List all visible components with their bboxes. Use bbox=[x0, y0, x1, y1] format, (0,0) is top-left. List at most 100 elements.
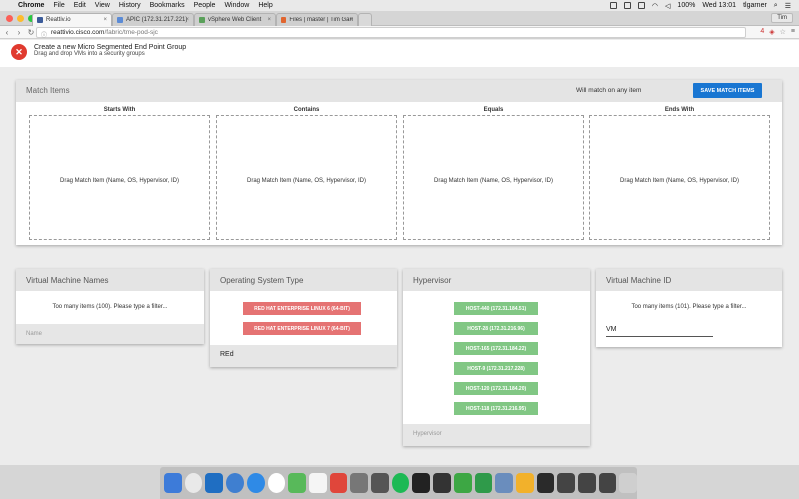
hypervisor-chip[interactable]: HOST-165 (172.31.184.22) bbox=[454, 342, 538, 355]
tab-reattivio[interactable]: Reattiv.io × bbox=[32, 13, 112, 26]
menu-edit[interactable]: Edit bbox=[74, 2, 86, 9]
menu-history[interactable]: History bbox=[119, 2, 141, 9]
drop-zone-ends-with[interactable]: Ends With Drag Match Item (Name, OS, Hyp… bbox=[589, 107, 770, 240]
photo-booth-icon[interactable] bbox=[329, 473, 348, 493]
search-icon[interactable]: ⌕ bbox=[774, 2, 778, 10]
os-chip[interactable]: RED HAT ENTERPRISE LINUX 7 (64-BIT) bbox=[243, 322, 361, 335]
battery-percent[interactable]: 100% bbox=[677, 2, 695, 9]
outlook-icon[interactable] bbox=[205, 473, 224, 493]
app-icon[interactable] bbox=[495, 473, 513, 493]
shield-icon[interactable]: ◈ bbox=[769, 28, 774, 36]
tab-label: APIC (172.31.217.221) bbox=[126, 17, 188, 23]
close-icon[interactable]: ✕ bbox=[11, 44, 27, 60]
window-controls bbox=[6, 15, 35, 22]
drop-zone-label: Equals bbox=[483, 107, 504, 113]
menubar-status: ◠ ◁ 100% Wed 13:01 tlgarner ⌕ ☰ bbox=[609, 0, 791, 11]
tab-apic[interactable]: APIC (172.31.217.221) × bbox=[112, 13, 194, 26]
facetime-icon[interactable] bbox=[288, 473, 306, 493]
safari-icon[interactable] bbox=[226, 473, 244, 493]
close-tab-icon[interactable]: × bbox=[185, 17, 189, 23]
hypervisor-filter[interactable]: Hypervisor bbox=[403, 424, 590, 446]
url-field[interactable]: ⓘ reattivio.cisco.com/fabric/tme-pod-sjc bbox=[36, 27, 746, 39]
card-header: Operating System Type bbox=[210, 269, 397, 291]
menu-list-icon[interactable]: ☰ bbox=[785, 2, 791, 10]
disk-utility-icon[interactable] bbox=[371, 473, 389, 493]
close-tab-icon[interactable]: × bbox=[349, 17, 353, 23]
hypervisor-chip[interactable]: HOST-9 (172.31.217.228) bbox=[454, 362, 538, 375]
drop-zone-message: Drag Match Item (Name, OS, Hypervisor, I… bbox=[59, 178, 180, 184]
close-tab-icon[interactable]: × bbox=[103, 17, 107, 23]
tab-files[interactable]: Files | master | Tim Garner × bbox=[276, 13, 358, 26]
tab-vsphere[interactable]: vSphere Web Client × bbox=[194, 13, 276, 26]
calendar-icon[interactable] bbox=[308, 473, 327, 493]
status-icon[interactable] bbox=[623, 2, 631, 9]
drop-zone-contains[interactable]: Contains Drag Match Item (Name, OS, Hype… bbox=[216, 107, 397, 240]
drop-zone-label: Contains bbox=[293, 107, 320, 113]
menu-people[interactable]: People bbox=[194, 2, 216, 9]
apic-favicon-icon bbox=[117, 17, 123, 23]
menu-chrome[interactable]: Chrome bbox=[18, 2, 44, 9]
menu-file[interactable]: File bbox=[53, 2, 64, 9]
close-window-icon[interactable] bbox=[6, 15, 13, 22]
terminal-icon[interactable] bbox=[412, 473, 431, 493]
menu-view[interactable]: View bbox=[95, 2, 110, 9]
status-icon[interactable] bbox=[609, 2, 617, 9]
hypervisor-chip[interactable]: HOST-118 (172.31.216.95) bbox=[454, 402, 538, 415]
page-subtitle: Drag and drop VMs into a security groups bbox=[34, 51, 145, 57]
dock bbox=[160, 467, 638, 499]
os-type-card: Operating System Type RED HAT ENTERPRISE… bbox=[210, 269, 397, 367]
window-icon[interactable] bbox=[578, 473, 596, 493]
volume-icon[interactable]: ◁ bbox=[665, 2, 670, 10]
messenger-icon[interactable] bbox=[267, 473, 286, 493]
spotify-icon[interactable] bbox=[391, 473, 410, 493]
status-icon[interactable] bbox=[637, 2, 645, 9]
app-icon[interactable] bbox=[453, 473, 472, 493]
save-match-items-button[interactable]: SAVE MATCH ITEMS bbox=[693, 83, 762, 98]
star-icon[interactable]: ☆ bbox=[780, 28, 786, 36]
window-icon[interactable] bbox=[557, 473, 576, 493]
menu-help[interactable]: Help bbox=[258, 2, 272, 9]
wifi-icon[interactable]: ◠ bbox=[652, 2, 658, 10]
hypervisor-chip[interactable]: HOST-120 (172.31.184.20) bbox=[454, 382, 538, 395]
os-filter[interactable]: REd bbox=[210, 345, 397, 367]
extension-icon[interactable]: 4 bbox=[760, 28, 764, 36]
forward-icon[interactable]: › bbox=[14, 28, 24, 37]
menu-bookmarks[interactable]: Bookmarks bbox=[150, 2, 185, 9]
browser-menu-icon[interactable]: ≡ bbox=[791, 28, 795, 36]
vm-names-card: Virtual Machine Names Too many items (10… bbox=[16, 269, 204, 344]
vm-name-filter[interactable]: Name bbox=[16, 324, 204, 344]
os-chip[interactable]: RED HAT ENTERPRISE LINUX 6 (64-BIT) bbox=[243, 302, 361, 315]
back-icon[interactable]: ‹ bbox=[2, 28, 12, 37]
editor-icon[interactable] bbox=[433, 473, 451, 493]
window-icon[interactable] bbox=[598, 473, 617, 493]
drop-zone-message: Drag Match Item (Name, OS, Hypervisor, I… bbox=[246, 178, 367, 184]
terminal-icon[interactable] bbox=[536, 473, 555, 493]
menu-window[interactable]: Window bbox=[224, 2, 249, 9]
trash-icon[interactable] bbox=[619, 473, 638, 493]
profile-button[interactable]: Tim bbox=[771, 13, 793, 23]
drop-zone-equals[interactable]: Equals Drag Match Item (Name, OS, Hyperv… bbox=[403, 107, 584, 240]
hypervisor-card: Hypervisor HOST-440 (172.31.184.51) HOST… bbox=[403, 269, 590, 446]
hypervisor-chip[interactable]: HOST-28 (172.31.216.96) bbox=[454, 322, 538, 335]
app-icon[interactable] bbox=[515, 473, 534, 493]
system-preferences-icon[interactable] bbox=[350, 473, 369, 493]
user-name[interactable]: tlgarner bbox=[743, 2, 767, 9]
hypervisor-chip[interactable]: HOST-440 (172.31.184.51) bbox=[454, 302, 538, 315]
chrome-icon[interactable] bbox=[184, 473, 203, 493]
too-many-items-message: Too many items (101). Please type a filt… bbox=[631, 304, 747, 310]
drop-zone-starts-with[interactable]: Starts With Drag Match Item (Name, OS, H… bbox=[29, 107, 210, 240]
app-store-icon[interactable] bbox=[246, 473, 265, 493]
tab-label: vSphere Web Client bbox=[208, 17, 262, 23]
minimize-window-icon[interactable] bbox=[17, 15, 24, 22]
drop-zone-message: Drag Match Item (Name, OS, Hypervisor, I… bbox=[619, 178, 740, 184]
clock[interactable]: Wed 13:01 bbox=[702, 2, 736, 9]
app-icon[interactable] bbox=[474, 473, 493, 493]
vm-id-filter-input[interactable]: VM bbox=[606, 326, 713, 337]
close-tab-icon[interactable]: × bbox=[267, 17, 271, 23]
reattivio-favicon-icon bbox=[37, 17, 43, 23]
finder-icon[interactable] bbox=[164, 473, 182, 493]
hypervisor-filter-placeholder: Hypervisor bbox=[413, 431, 442, 437]
new-tab-button[interactable] bbox=[358, 13, 372, 26]
page-info-icon[interactable]: ⓘ bbox=[41, 30, 47, 39]
reload-icon[interactable]: ↻ bbox=[26, 28, 36, 37]
